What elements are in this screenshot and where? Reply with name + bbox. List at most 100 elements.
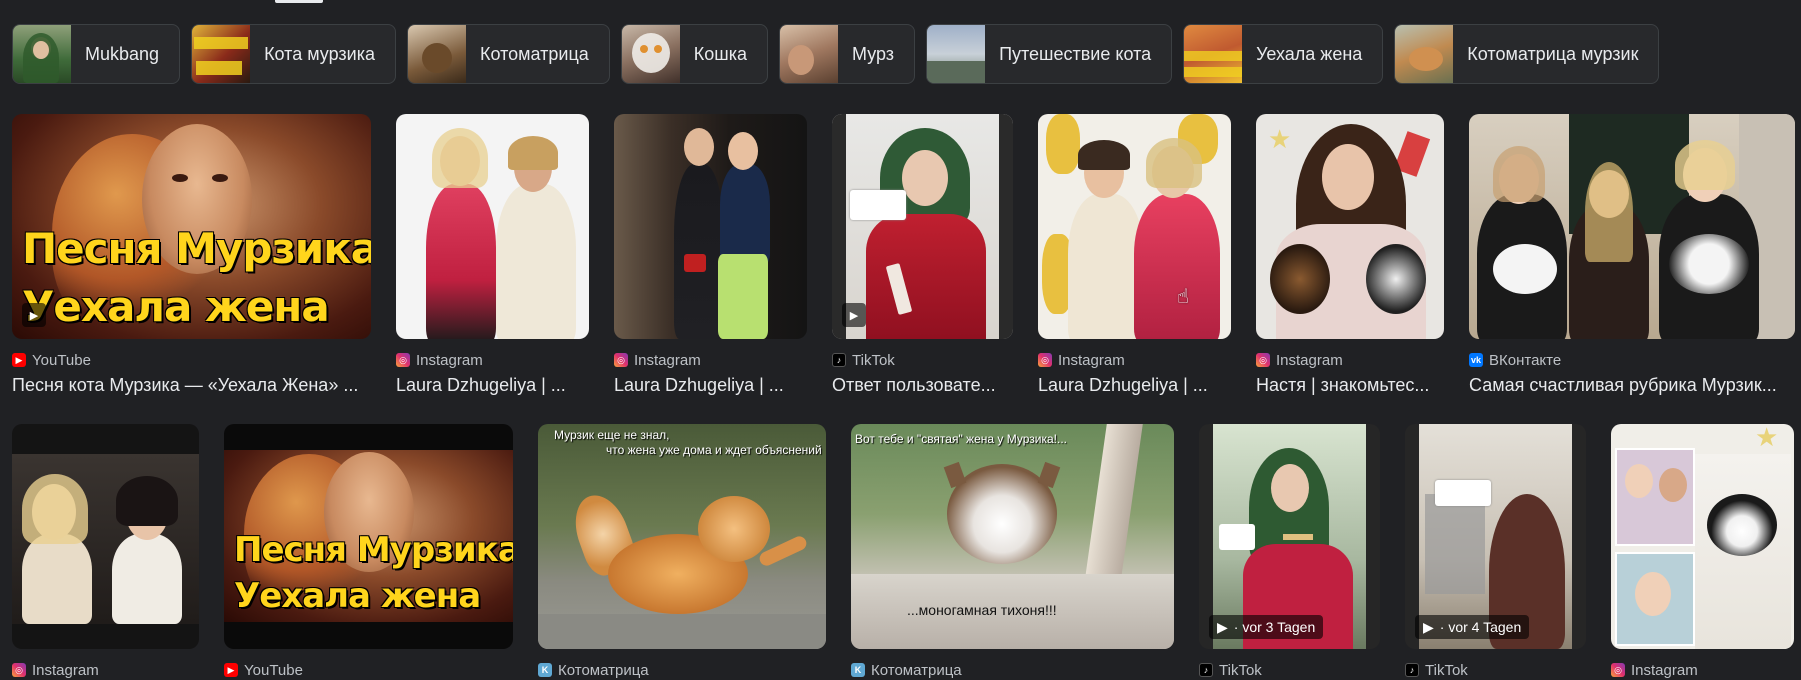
result-thumbnail[interactable]: Песня Мурзика Уехала жена ▶: [12, 114, 371, 339]
result-title[interactable]: Песня кота Мурзика — «Уехала Жена» ...: [12, 375, 371, 396]
source-name: Instagram: [634, 351, 701, 369]
result-title[interactable]: Laura Dzhugeliya | ...: [396, 375, 589, 396]
chip-thumbnail: [621, 25, 680, 83]
result-source: ◎ Instagram: [614, 351, 807, 369]
thumbnail-caption-line-1: Песня Мурзика: [22, 224, 371, 273]
instagram-icon: ◎: [1256, 353, 1270, 367]
result-thumbnail[interactable]: Песня Мурзика Уехала жена: [224, 424, 513, 649]
result-thumbnail[interactable]: ★: [1256, 114, 1444, 339]
chip-murz[interactable]: Мурз: [779, 24, 916, 84]
play-icon: ▶: [1217, 618, 1228, 635]
result-card[interactable]: ★ ◎ Instagram: [1611, 424, 1794, 679]
chip-puteshestvie-kota[interactable]: Путешествие кота: [926, 24, 1173, 84]
result-source: K Котоматрица: [538, 661, 826, 679]
result-thumbnail[interactable]: [1469, 114, 1795, 339]
tiktok-icon: ♪: [832, 353, 846, 367]
result-card[interactable]: Песня Мурзика Уехала жена ▶ ▶ YouTube Пе…: [12, 114, 371, 396]
chip-label: Котоматрица: [480, 43, 589, 64]
meme-caption-top-1: Вот тебе и "святая" жена у Мурзика!...: [855, 432, 1067, 446]
result-card[interactable]: Песня Мурзика Уехала жена ▶ YouTube: [224, 424, 513, 679]
meme-caption-bottom: ...моногамная тихоня!!!: [907, 602, 1057, 618]
result-source: ▶ YouTube: [224, 661, 513, 679]
chip-label: Уехала жена: [1256, 43, 1363, 64]
source-name: Котоматрица: [871, 661, 962, 679]
video-duration-badge: ▶ · vor 4 Tagen: [1415, 615, 1530, 639]
result-source: ♪ TikTok: [832, 351, 1013, 369]
vk-icon: vk: [1469, 353, 1483, 367]
star-icon: ★: [1755, 424, 1779, 452]
chip-thumbnail: [1395, 25, 1454, 83]
result-thumbnail[interactable]: Вот тебе и "святая" жена у Мурзика!... .…: [851, 424, 1174, 649]
results-row-1: Песня Мурзика Уехала жена ▶ ▶ YouTube Пе…: [12, 114, 1795, 396]
result-thumbnail[interactable]: Мурзик еще не знал, что жена уже дома и …: [538, 424, 826, 649]
result-card[interactable]: ▶ ♪ TikTok Ответ пользовате...: [832, 114, 1013, 396]
result-title[interactable]: Настя | знакомьтес...: [1256, 375, 1444, 396]
result-thumbnail[interactable]: ▶ · vor 4 Tagen: [1405, 424, 1586, 649]
result-source: ♪ TikTok: [1405, 661, 1586, 679]
result-card[interactable]: vk ВКонтакте Самая счастливая рубрика Му…: [1469, 114, 1795, 396]
result-card[interactable]: Мурзик еще не знал, что жена уже дома и …: [538, 424, 826, 679]
instagram-icon: ◎: [12, 663, 26, 677]
instagram-icon: ◎: [614, 353, 628, 367]
result-source: ▶ YouTube: [12, 351, 371, 369]
source-name: YouTube: [32, 351, 91, 369]
result-source: ◎ Instagram: [396, 351, 589, 369]
result-card[interactable]: ▶ · vor 4 Tagen ♪ TikTok: [1405, 424, 1586, 679]
result-thumbnail[interactable]: [396, 114, 589, 339]
result-thumbnail[interactable]: ▶ · vor 3 Tagen: [1199, 424, 1380, 649]
chip-mukbang[interactable]: Mukbang: [12, 24, 181, 84]
result-source: vk ВКонтакте: [1469, 351, 1795, 369]
result-card[interactable]: ★ ◎ Instagram Настя | знакомьтес...: [1256, 114, 1444, 396]
result-card[interactable]: ◎ Instagram Laura Dzhugeliya | ...: [396, 114, 589, 396]
chip-kotomatrica-murzik[interactable]: Котоматрица мурзик: [1394, 24, 1660, 84]
chip-label: Mukbang: [85, 43, 160, 64]
result-source: ◎ Instagram: [1611, 661, 1794, 679]
thumbnail-caption-line-1: Песня Мурзика: [234, 530, 513, 570]
source-name: TikTok: [1219, 661, 1262, 679]
chip-thumbnail: [408, 25, 466, 83]
result-source: K Котоматрица: [851, 661, 1174, 679]
result-thumbnail[interactable]: ★: [1611, 424, 1794, 649]
result-thumbnail[interactable]: ☝: [1038, 114, 1231, 339]
result-source: ♪ TikTok: [1199, 661, 1380, 679]
chip-label: Котоматрица мурзик: [1467, 43, 1639, 64]
result-card[interactable]: ☝ ◎ Instagram Laura Dzhugeliya | ...: [1038, 114, 1231, 396]
result-thumbnail[interactable]: [12, 424, 199, 649]
youtube-icon: ▶: [224, 663, 238, 677]
result-card[interactable]: ▶ · vor 3 Tagen ♪ TikTok: [1199, 424, 1380, 679]
chip-koshka[interactable]: Кошка: [620, 24, 768, 84]
video-duration-badge: ▶ · vor 3 Tagen: [1209, 615, 1324, 639]
result-card[interactable]: Вот тебе и "святая" жена у Мурзика!... .…: [851, 424, 1174, 679]
source-name: TikTok: [1425, 661, 1468, 679]
result-title[interactable]: Самая счастливая рубрика Мурзик...: [1469, 375, 1795, 396]
video-age: · vor 4 Tagen: [1439, 619, 1522, 635]
result-title[interactable]: Ответ пользовате...: [832, 375, 1013, 396]
chip-kotomatrica[interactable]: Котоматрица: [407, 24, 610, 84]
result-thumbnail[interactable]: ▶: [832, 114, 1013, 339]
thumbnail-caption-line-2: Уехала жена: [234, 576, 481, 616]
chip-kota-murzika[interactable]: Кота мурзика: [191, 24, 396, 84]
chip-thumbnail: [13, 25, 71, 83]
chip-thumbnail: [192, 25, 251, 83]
chip-label: Мурз: [852, 43, 895, 64]
play-icon: ▶: [22, 303, 46, 327]
result-title[interactable]: Laura Dzhugeliya | ...: [614, 375, 807, 396]
chip-thumbnail: [1184, 25, 1243, 83]
source-name: Instagram: [32, 661, 99, 679]
thumbnail-caption-line-2: Уехала жена: [22, 282, 330, 331]
source-name: Instagram: [1058, 351, 1125, 369]
result-card[interactable]: ◎ Instagram: [12, 424, 199, 679]
result-title[interactable]: Laura Dzhugeliya | ...: [1038, 375, 1231, 396]
source-name: Котоматрица: [558, 661, 649, 679]
chip-label: Путешествие кота: [999, 43, 1152, 64]
source-name: ВКонтакте: [1489, 351, 1562, 369]
active-tab-indicator: [275, 0, 323, 3]
result-card[interactable]: ◎ Instagram Laura Dzhugeliya | ...: [614, 114, 807, 396]
tiktok-icon: ♪: [1199, 663, 1213, 677]
chip-thumbnail: [780, 25, 838, 83]
chip-uehala-zhena[interactable]: Уехала жена: [1183, 24, 1384, 84]
video-age: · vor 3 Tagen: [1233, 619, 1316, 635]
instagram-icon: ◎: [396, 353, 410, 367]
youtube-icon: ▶: [12, 353, 26, 367]
result-thumbnail[interactable]: [614, 114, 807, 339]
